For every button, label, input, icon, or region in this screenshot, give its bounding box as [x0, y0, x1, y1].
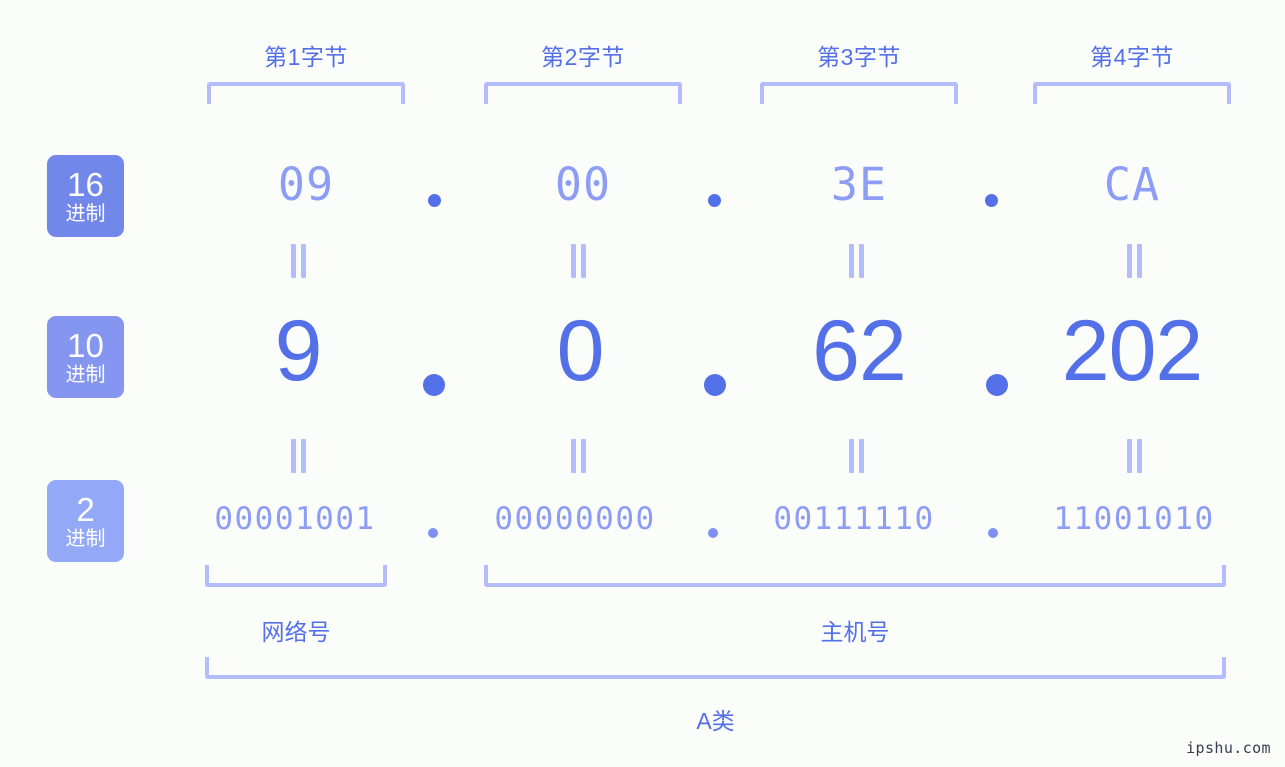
byte-bracket-3 [760, 82, 958, 104]
base-badge-dec-number: 10 [67, 327, 104, 364]
ip-breakdown-diagram: 第1字节 第2字节 第3字节 第4字节 16 进制 10 进制 2 进制 09 … [0, 0, 1285, 767]
bin-separator-dot-3 [988, 528, 998, 538]
base-badge-bin: 2 进制 [47, 480, 124, 562]
base-badge-hex-unit: 进制 [65, 203, 106, 225]
network-portion-label: 网络号 [261, 619, 331, 645]
bin-octet-4: 11001010 [1053, 501, 1215, 537]
bin-octet-3: 00111110 [773, 501, 935, 537]
equals-icon-hex-dec-2 [571, 244, 587, 278]
dec-octet-1: 9 [274, 303, 323, 399]
equals-icon-dec-bin-4 [1127, 439, 1143, 473]
base-badge-hex-number: 16 [67, 166, 104, 203]
equals-icon-dec-bin-2 [571, 439, 587, 473]
host-portion-bracket [484, 565, 1226, 587]
byte-bracket-1 [207, 82, 405, 104]
equals-icon-hex-dec-3 [849, 244, 865, 278]
hex-separator-dot-2 [708, 194, 721, 207]
byte-bracket-2 [484, 82, 682, 104]
byte-header-4: 第4字节 [1090, 44, 1174, 70]
address-class-label: A类 [696, 708, 735, 734]
hex-octet-3: 3E [830, 158, 888, 211]
equals-icon-hex-dec-1 [291, 244, 307, 278]
base-badge-dec-unit: 进制 [65, 364, 106, 386]
hex-separator-dot-3 [985, 194, 998, 207]
bin-octet-1: 00001001 [214, 501, 376, 537]
hex-octet-2: 00 [554, 158, 612, 211]
hex-separator-dot-1 [428, 194, 441, 207]
bin-separator-dot-2 [708, 528, 718, 538]
dec-separator-dot-1 [423, 374, 445, 396]
dec-octet-3: 62 [812, 303, 907, 399]
dec-octet-2: 0 [556, 303, 605, 399]
bin-octet-2: 00000000 [494, 501, 656, 537]
byte-header-2: 第2字节 [541, 44, 625, 70]
equals-icon-dec-bin-3 [849, 439, 865, 473]
dec-octet-4: 202 [1061, 303, 1204, 399]
network-portion-bracket [205, 565, 387, 587]
base-badge-bin-number: 2 [76, 491, 95, 528]
address-class-bracket [205, 657, 1226, 679]
dec-separator-dot-3 [986, 374, 1008, 396]
equals-icon-hex-dec-4 [1127, 244, 1143, 278]
base-badge-dec: 10 进制 [47, 316, 124, 398]
byte-bracket-4 [1033, 82, 1231, 104]
site-watermark: ipshu.com [1186, 739, 1271, 757]
hex-octet-1: 09 [277, 158, 335, 211]
bin-separator-dot-1 [428, 528, 438, 538]
equals-icon-dec-bin-1 [291, 439, 307, 473]
dec-separator-dot-2 [704, 374, 726, 396]
host-portion-label: 主机号 [820, 619, 890, 645]
base-badge-hex: 16 进制 [47, 155, 124, 237]
byte-header-1: 第1字节 [264, 44, 348, 70]
hex-octet-4: CA [1103, 158, 1161, 211]
byte-header-3: 第3字节 [817, 44, 901, 70]
base-badge-bin-unit: 进制 [65, 528, 106, 550]
